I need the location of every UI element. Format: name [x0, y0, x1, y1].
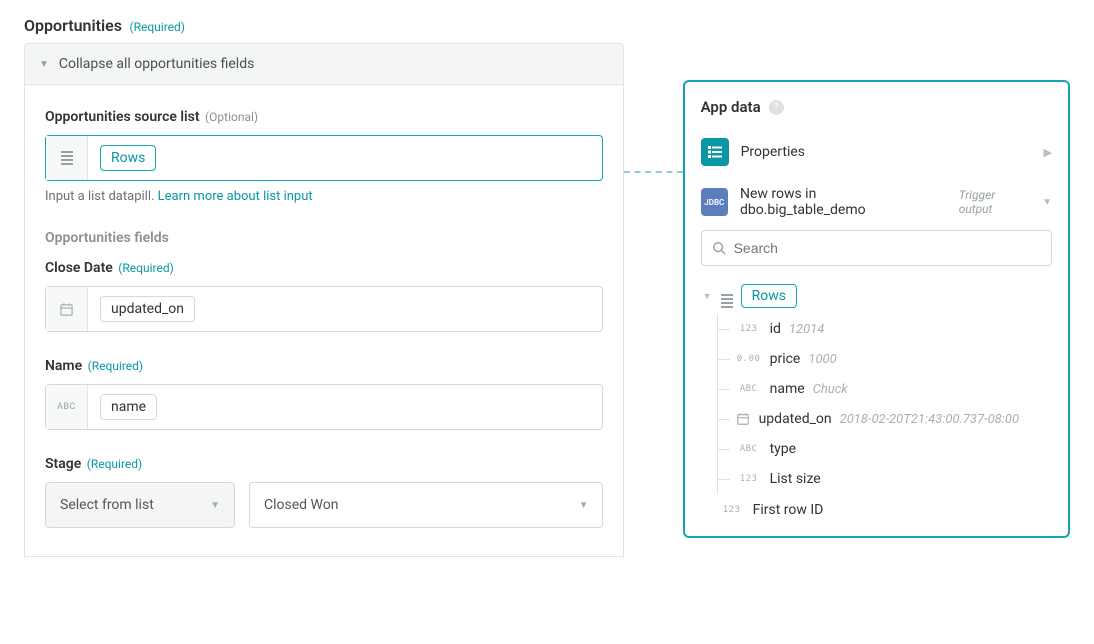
text-type-icon: ABC [736, 384, 762, 394]
search-icon [712, 241, 726, 255]
source-list-label: Opportunities source list [45, 109, 200, 125]
connector-line [624, 16, 682, 557]
required-tag: (Required) [118, 261, 173, 275]
search-input[interactable] [734, 240, 1041, 256]
app-data-panel: App data ? Properties ▶ JDBC New rows in… [683, 80, 1070, 538]
chevron-down-icon: ▼ [579, 500, 589, 511]
number-type-icon: 123 [736, 324, 762, 334]
stage-field: Stage (Required) Select from list ▼ Clos… [45, 456, 603, 528]
chevron-down-icon: ▼ [1042, 197, 1052, 208]
optional-tag: (Optional) [205, 110, 258, 124]
field-type[interactable]: ABC type [718, 434, 1052, 464]
field-name[interactable]: ABC name Chuck [718, 374, 1052, 404]
required-tag: (Required) [129, 20, 184, 34]
stage-mode-select[interactable]: Select from list ▼ [45, 482, 235, 528]
required-tag: (Required) [87, 457, 142, 471]
number-type-icon: 123 [736, 474, 762, 484]
helper-text: Input a list datapill. Learn more about … [45, 189, 603, 204]
name-label: Name [45, 358, 82, 374]
properties-row[interactable]: Properties ▶ [701, 130, 1052, 180]
close-date-input[interactable]: updated_on [45, 286, 603, 332]
stage-value-select[interactable]: Closed Won ▼ [249, 482, 603, 528]
chevron-down-icon: ▼ [210, 500, 220, 511]
text-type-icon: ABC [736, 444, 762, 454]
jdbc-icon: JDBC [701, 188, 728, 216]
fields-section-label: Opportunities fields [45, 230, 603, 246]
chevron-down-icon: ▼ [703, 291, 713, 302]
field-id[interactable]: 123 id 12014 [718, 314, 1052, 344]
stage-label: Stage [45, 456, 81, 472]
page-title-row: Opportunities (Required) [24, 16, 624, 35]
close-date-field: Close Date (Required) updated_on [45, 260, 603, 332]
properties-label: Properties [741, 144, 1032, 160]
calendar-icon [736, 412, 751, 427]
trigger-row[interactable]: JDBC New rows in dbo.big_table_demo Trig… [701, 180, 1052, 230]
datapill-tree: ▼ Rows 123 id 12014 0.00 price 1 [701, 278, 1052, 520]
name-input[interactable]: ABC name [45, 384, 603, 430]
collapse-label: Collapse all opportunities fields [59, 56, 254, 72]
list-icon [46, 136, 88, 180]
close-date-label: Close Date [45, 260, 113, 276]
help-icon[interactable]: ? [769, 100, 784, 115]
name-datapill[interactable]: name [100, 394, 157, 420]
learn-more-link[interactable]: Learn more about list input [158, 189, 313, 204]
text-type-icon: ABC [46, 385, 88, 429]
rows-tree-node[interactable]: ▼ Rows [703, 278, 1052, 314]
search-box[interactable] [701, 230, 1052, 266]
page-title: Opportunities [24, 16, 122, 35]
form-body: Opportunities source list (Optional) Row… [24, 85, 624, 557]
app-data-title: App data [701, 98, 761, 116]
name-field: Name (Required) ABC name [45, 358, 603, 430]
updated-on-datapill[interactable]: updated_on [100, 296, 195, 322]
properties-icon [701, 138, 729, 166]
source-list-field: Opportunities source list (Optional) Row… [45, 109, 603, 204]
trigger-label: New rows in dbo.big_table_demo [740, 186, 941, 218]
required-tag: (Required) [88, 359, 143, 373]
chevron-right-icon: ▶ [1044, 146, 1052, 159]
field-price[interactable]: 0.00 price 1000 [718, 344, 1052, 374]
field-list-size[interactable]: 123 List size [718, 464, 1052, 494]
collapse-toggle[interactable]: ▼ Collapse all opportunities fields [24, 43, 624, 85]
source-list-input[interactable]: Rows [45, 135, 603, 181]
decimal-type-icon: 0.00 [736, 354, 762, 364]
rows-datapill[interactable]: Rows [100, 145, 156, 171]
list-icon [721, 285, 733, 308]
rows-pill[interactable]: Rows [741, 284, 797, 308]
first-row-id[interactable]: 123 First row ID [703, 494, 1052, 520]
trigger-sub: Trigger output [959, 188, 1030, 216]
form-panel: Opportunities (Required) ▼ Collapse all … [24, 16, 624, 557]
number-type-icon: 123 [719, 505, 745, 515]
chevron-down-icon: ▼ [39, 59, 49, 70]
field-updated-on[interactable]: updated_on 2018-02-20T21:43:00.737-08:00 [718, 404, 1052, 434]
calendar-icon [46, 287, 88, 331]
